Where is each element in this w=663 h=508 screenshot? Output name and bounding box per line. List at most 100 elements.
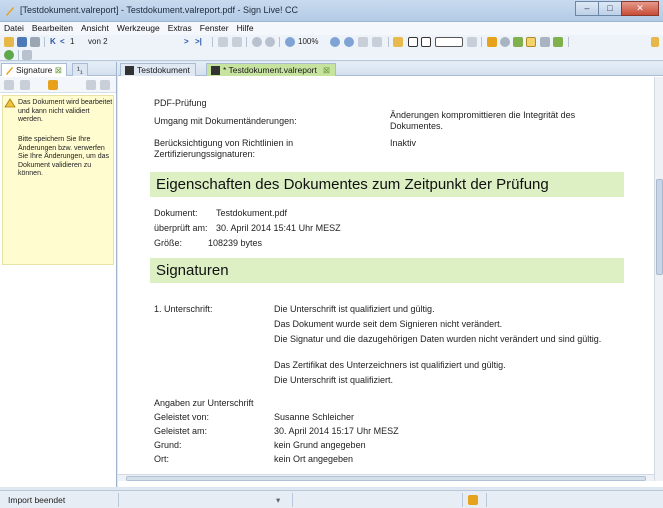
zoom-in-icon[interactable] bbox=[330, 37, 340, 47]
user-icon[interactable] bbox=[553, 37, 563, 47]
stamp-icon[interactable] bbox=[540, 37, 550, 47]
tab-pages[interactable]: ¹₁ bbox=[72, 63, 88, 76]
vertical-scroll-thumb[interactable] bbox=[656, 179, 663, 275]
rectangle-tool-icon[interactable] bbox=[421, 37, 431, 47]
menu-bearbeiten[interactable]: Bearbeiten bbox=[28, 22, 77, 35]
menu-fenster[interactable]: Fenster bbox=[196, 22, 233, 35]
reason-value: kein Grund angegeben bbox=[274, 440, 366, 450]
menu-werkzeuge[interactable]: Werkzeuge bbox=[113, 22, 164, 35]
edit-icon[interactable] bbox=[86, 80, 96, 90]
document-label: Dokument: bbox=[154, 208, 198, 218]
highlight-icon[interactable] bbox=[393, 37, 403, 47]
line-width-select[interactable] bbox=[435, 37, 463, 47]
document-icon bbox=[211, 66, 220, 75]
section-signatures: Signaturen bbox=[150, 258, 624, 283]
prev-page-icon[interactable]: < bbox=[60, 37, 65, 46]
signature-status-line: Die Unterschrift ist qualifiziert und gü… bbox=[274, 304, 435, 314]
panel-tabs: Signature ⊠ ¹₁ bbox=[0, 62, 116, 76]
document-value: Testdokument.pdf bbox=[216, 208, 288, 218]
section-title: Eigenschaften des Dokumentes zum Zeitpun… bbox=[156, 176, 549, 193]
tab-signature[interactable]: Signature ⊠ bbox=[1, 63, 67, 76]
status-text: Import beendet bbox=[8, 495, 66, 505]
row2-label: Berücksichtigung von Richtlinien in Zert… bbox=[154, 138, 294, 159]
close-button[interactable]: ✕ bbox=[621, 1, 659, 16]
back-icon[interactable] bbox=[252, 37, 262, 47]
options-icon[interactable] bbox=[100, 80, 110, 90]
document-tabs: Testdokument * Testdokument.valreport ⊠ bbox=[118, 62, 663, 76]
fit-width-icon[interactable] bbox=[372, 37, 382, 47]
refresh-icon[interactable] bbox=[4, 80, 14, 90]
pdf-check-heading: PDF-Prüfung bbox=[154, 98, 207, 108]
rotate-left-icon[interactable] bbox=[218, 37, 228, 47]
page-number-field[interactable]: 1 bbox=[70, 37, 74, 46]
reason-label: Grund: bbox=[154, 440, 182, 450]
minimize-button[interactable]: – bbox=[575, 1, 599, 16]
place-value: kein Ort angegeben bbox=[274, 454, 354, 464]
lock-icon[interactable] bbox=[651, 37, 659, 47]
checked-label: überprüft am: bbox=[154, 223, 208, 233]
section-document-properties: Eigenschaften des Dokumentes zum Zeitpun… bbox=[150, 172, 624, 197]
filter-icon[interactable] bbox=[20, 80, 30, 90]
open-icon[interactable] bbox=[4, 37, 14, 47]
report-content: PDF-Prüfung Umgang mit Dokumentänderunge… bbox=[118, 77, 654, 481]
next-page-icon[interactable]: > bbox=[184, 37, 189, 46]
save-icon[interactable] bbox=[17, 37, 27, 47]
close-tab-icon[interactable]: ⊠ bbox=[323, 65, 330, 75]
tab-valreport[interactable]: * Testdokument.valreport ⊠ bbox=[206, 63, 336, 76]
message-text-1: Das Dokument wird bearbeitet und kann ni… bbox=[18, 99, 113, 123]
verify-icon[interactable] bbox=[500, 37, 510, 47]
menu-datei[interactable]: Datei bbox=[0, 22, 28, 35]
signature-status-line: Die Signatur und die dazugehörigen Daten… bbox=[274, 334, 602, 344]
pen-tool-icon[interactable] bbox=[408, 37, 418, 47]
status-dropdown-icon[interactable]: ▾ bbox=[276, 495, 280, 506]
first-page-icon[interactable]: K bbox=[50, 37, 56, 46]
message-text-2: Bitte speichern Sie Ihre Änderungen bzw.… bbox=[18, 136, 110, 177]
maximize-button[interactable]: □ bbox=[598, 1, 622, 16]
sign-active-icon[interactable] bbox=[526, 37, 536, 47]
signature-icon[interactable] bbox=[487, 37, 497, 47]
horizontal-scrollbar[interactable] bbox=[118, 474, 654, 481]
status-bar: Import beendet ▾ bbox=[0, 490, 663, 508]
zoom-select[interactable]: 100% bbox=[298, 37, 318, 46]
tab-pages-label: ¹₁ bbox=[77, 65, 83, 75]
menu-bar: Datei Bearbeiten Ansicht Werkzeuge Extra… bbox=[0, 22, 663, 35]
settings-icon[interactable] bbox=[22, 50, 32, 60]
last-page-icon[interactable]: >| bbox=[195, 37, 202, 46]
vertical-scrollbar[interactable] bbox=[654, 77, 663, 481]
tab-testdokument[interactable]: Testdokument bbox=[120, 63, 196, 76]
validation-message: Das Dokument wird bearbeitet und kann ni… bbox=[2, 95, 114, 265]
tab-valreport-label: * Testdokument.valreport bbox=[223, 65, 317, 75]
row1-label: Umgang mit Dokumentänderungen: bbox=[154, 116, 297, 126]
panel-toolbar bbox=[0, 77, 116, 93]
print-icon[interactable] bbox=[30, 37, 40, 47]
sign-icon[interactable] bbox=[48, 80, 58, 90]
window-title: [Testdokument.valreport] - Testdokument.… bbox=[20, 5, 298, 15]
tab-signature-label: Signature bbox=[16, 65, 53, 75]
signature-status-line: Das Zertifikat des Unterzeichners ist qu… bbox=[274, 360, 506, 370]
horizontal-scroll-thumb[interactable] bbox=[126, 476, 646, 481]
signature-status-icon bbox=[468, 495, 478, 505]
signature-status-line: Die Unterschrift ist qualifiziert. bbox=[274, 375, 394, 385]
line-tool-icon[interactable] bbox=[467, 37, 477, 47]
zoom-icon[interactable] bbox=[285, 37, 295, 47]
zoom-out-icon[interactable] bbox=[344, 37, 354, 47]
checked-value: 30. April 2014 15:41 Uhr MESZ bbox=[216, 223, 341, 233]
place-label: Ort: bbox=[154, 454, 169, 464]
page-total: von 2 bbox=[88, 37, 108, 46]
forward-icon[interactable] bbox=[265, 37, 275, 47]
menu-ansicht[interactable]: Ansicht bbox=[77, 22, 113, 35]
signer-value: Susanne Schleicher bbox=[274, 412, 355, 422]
signature-1-label: 1. Unterschrift: bbox=[154, 304, 213, 314]
section-title: Signaturen bbox=[156, 262, 229, 279]
certificate-icon[interactable] bbox=[513, 37, 523, 47]
secondary-toolbar bbox=[0, 49, 663, 61]
menu-hilfe[interactable]: Hilfe bbox=[233, 22, 258, 35]
app-icon bbox=[6, 7, 14, 16]
menu-extras[interactable]: Extras bbox=[164, 22, 196, 35]
rotate-right-icon[interactable] bbox=[232, 37, 242, 47]
status-icon[interactable] bbox=[4, 50, 14, 60]
title-bar: [Testdokument.valreport] - Testdokument.… bbox=[0, 0, 663, 22]
row2-value: Inaktiv bbox=[390, 138, 417, 148]
signature-panel: Signature ⊠ ¹₁ Das Dokument wird bearbei… bbox=[0, 62, 117, 487]
fit-page-icon[interactable] bbox=[358, 37, 368, 47]
